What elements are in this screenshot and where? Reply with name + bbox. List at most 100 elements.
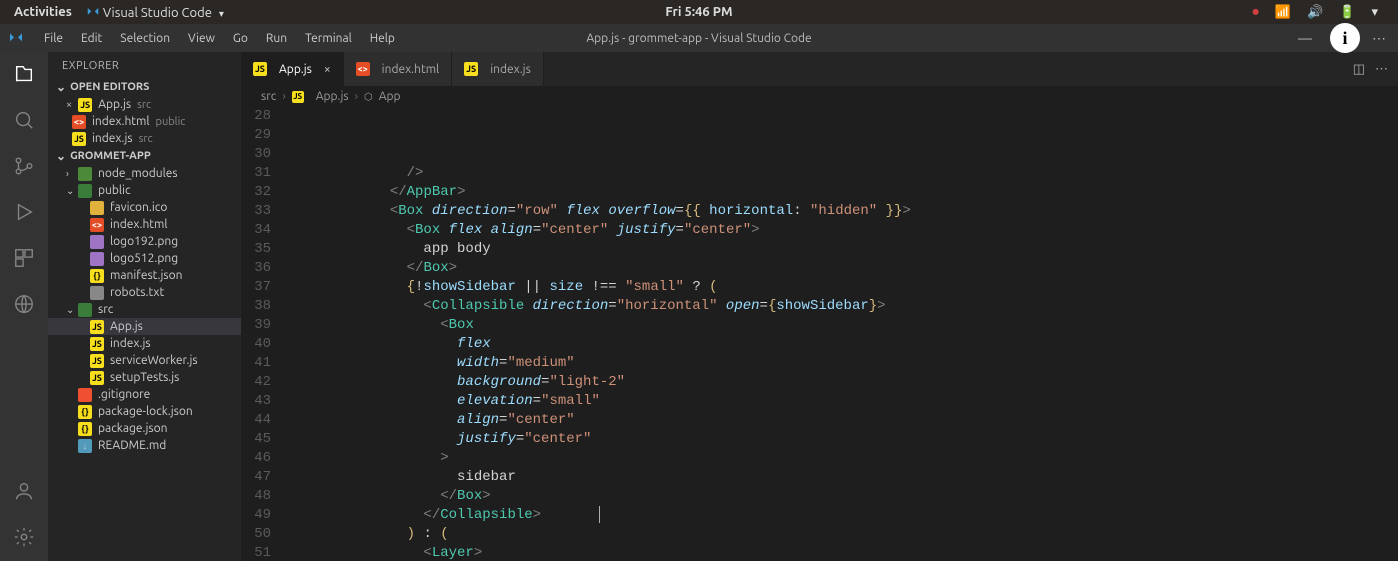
file-item[interactable]: JSApp.js [48, 318, 241, 335]
close-icon[interactable]: × [324, 63, 331, 76]
workspace-header[interactable]: GROMMET-APP [48, 147, 241, 165]
js-file-icon: JS [464, 62, 478, 76]
json-file-icon: {} [78, 405, 92, 419]
info-badge-icon[interactable]: i [1330, 23, 1360, 53]
accounts-icon[interactable] [12, 479, 36, 503]
menu-bar: FileEditSelectionViewGoRunTerminalHelp [24, 32, 403, 45]
editor-tabs: JSApp.js×<>index.htmlJSindex.js ◫ ⋯ [241, 52, 1398, 86]
folder-item[interactable]: ⌄src [48, 301, 241, 318]
sidebar-title: EXPLORER [48, 52, 241, 78]
breadcrumb-segment[interactable]: App [379, 90, 401, 103]
editor-area: JSApp.js×<>index.htmlJSindex.js◫⋯ src›JS… [241, 52, 1398, 561]
tab-App-js[interactable]: JSApp.js× [241, 52, 344, 86]
symbol-icon: ⬡ [364, 91, 373, 103]
png-file-icon [90, 252, 104, 266]
extensions-icon[interactable] [12, 246, 36, 270]
current-app-menu[interactable]: Visual Studio Code [86, 5, 224, 20]
open-editor-item[interactable]: ×JSApp.jssrc [48, 96, 241, 113]
tab-index-js[interactable]: JSindex.js [452, 52, 544, 86]
os-topbar: Activities Visual Studio Code Fri 5:46 P… [0, 0, 1398, 24]
file-item[interactable]: robots.txt [48, 284, 241, 301]
menu-file[interactable]: File [36, 32, 71, 45]
source-control-icon[interactable] [12, 154, 36, 178]
js-file-icon: JS [78, 98, 92, 112]
breadcrumb-segment[interactable]: App.js [316, 90, 349, 103]
vscode-logo-icon [8, 30, 24, 46]
file-item[interactable]: {}manifest.json [48, 267, 241, 284]
battery-icon[interactable]: 🔋 [1339, 5, 1355, 20]
menu-go[interactable]: Go [225, 32, 256, 45]
file-item[interactable]: logo192.png [48, 233, 241, 250]
open-editor-item[interactable]: <>index.htmlpublic [48, 113, 241, 130]
settings-icon[interactable] [12, 525, 36, 549]
activity-bar [0, 52, 48, 561]
js-file-icon: JS [90, 320, 104, 334]
menu-view[interactable]: View [180, 32, 223, 45]
menu-run[interactable]: Run [258, 32, 295, 45]
breadcrumb-segment[interactable]: src [261, 90, 276, 103]
open-editors-header[interactable]: OPEN EDITORS [48, 78, 241, 96]
breadcrumb[interactable]: src›JSApp.js›⬡App [241, 86, 1398, 107]
folder-icon [78, 303, 92, 317]
folder-icon [78, 167, 92, 181]
split-editor-icon[interactable]: ◫ [1353, 62, 1365, 77]
file-item[interactable]: {}package-lock.json [48, 403, 241, 420]
search-icon[interactable] [12, 108, 36, 132]
more-icon[interactable]: ⋯ [1375, 62, 1388, 77]
git-file-icon [78, 388, 92, 402]
html-file-icon: <> [356, 62, 370, 76]
file-item[interactable]: logo512.png [48, 250, 241, 267]
clock[interactable]: Fri 5:46 PM [665, 5, 732, 19]
html-file-icon: <> [72, 115, 86, 129]
more-actions-button[interactable]: ⋯ [1368, 30, 1390, 47]
remote-icon[interactable] [12, 292, 36, 316]
json-file-icon: {} [78, 422, 92, 436]
file-item[interactable]: ↓README.md [48, 437, 241, 454]
folder-item[interactable]: ⌄public [48, 182, 241, 199]
activities-button[interactable]: Activities [14, 5, 72, 19]
volume-icon[interactable]: 🔊 [1307, 5, 1323, 20]
html-file-icon: <> [90, 218, 104, 232]
md-file-icon: ↓ [78, 439, 92, 453]
ico-file-icon [90, 201, 104, 215]
menu-help[interactable]: Help [362, 32, 403, 45]
power-icon[interactable]: ▾ [1371, 5, 1378, 20]
titlebar: FileEditSelectionViewGoRunTerminalHelp A… [0, 24, 1398, 52]
explorer-icon[interactable] [12, 62, 36, 86]
wifi-icon[interactable]: 📶 [1275, 5, 1291, 20]
js-file-icon: JS [72, 132, 86, 146]
js-file-icon: JS [90, 371, 104, 385]
menu-terminal[interactable]: Terminal [297, 32, 360, 45]
chevron-down-icon: ⌄ [66, 304, 76, 316]
js-file-icon: JS [90, 337, 104, 351]
file-item[interactable]: <>index.html [48, 216, 241, 233]
open-editor-item[interactable]: JSindex.jssrc [48, 130, 241, 147]
png-file-icon [90, 235, 104, 249]
window-title: App.js - grommet-app - Visual Studio Cod… [586, 32, 811, 45]
js-file-icon: JS [90, 354, 104, 368]
chevron-down-icon: ⌄ [66, 185, 76, 197]
code-editor[interactable]: 2829303132333435363738394041424344454647… [241, 107, 1398, 561]
text-cursor-icon [599, 506, 600, 523]
folder-icon [78, 184, 92, 198]
js-file-icon: JS [292, 91, 304, 103]
close-icon[interactable]: × [66, 99, 72, 111]
file-item[interactable]: JSindex.js [48, 335, 241, 352]
tab-index-html[interactable]: <>index.html [344, 52, 453, 86]
minimize-button[interactable]: — [1294, 30, 1316, 46]
chevron-right-icon: › [66, 168, 76, 179]
folder-item[interactable]: ›node_modules [48, 165, 241, 182]
txt-file-icon [90, 286, 104, 300]
file-item[interactable]: .gitignore [48, 386, 241, 403]
file-item[interactable]: JSsetupTests.js [48, 369, 241, 386]
run-debug-icon[interactable] [12, 200, 36, 224]
record-icon[interactable]: ⏺ [1252, 5, 1259, 20]
file-item[interactable]: {}package.json [48, 420, 241, 437]
explorer-sidebar: EXPLORER OPEN EDITORS ×JSApp.jssrc <>ind… [48, 52, 241, 561]
file-item[interactable]: favicon.ico [48, 199, 241, 216]
json-file-icon: {} [90, 269, 104, 283]
menu-selection[interactable]: Selection [112, 32, 178, 45]
file-item[interactable]: JSserviceWorker.js [48, 352, 241, 369]
js-file-icon: JS [253, 62, 267, 76]
menu-edit[interactable]: Edit [73, 32, 110, 45]
